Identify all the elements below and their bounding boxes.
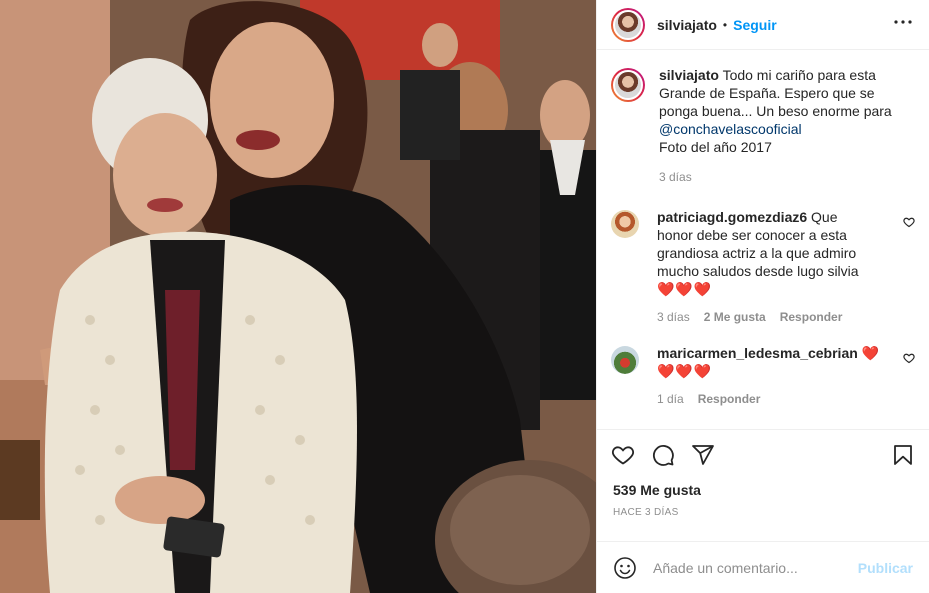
comment-text: patriciagd.gomezdiaz6 Que honor debe ser…: [657, 208, 871, 298]
comment-row: patriciagd.gomezdiaz6 Que honor debe ser…: [611, 208, 915, 326]
comment-body: ❤️: [861, 345, 881, 361]
comment-icon[interactable]: [651, 443, 675, 467]
share-icon[interactable]: [691, 443, 715, 467]
comment-time[interactable]: 1 día: [657, 390, 684, 408]
comment-hearts: ❤️❤️❤️: [657, 281, 713, 297]
author-username[interactable]: silviajato: [657, 17, 717, 33]
caption-mention[interactable]: @conchavelascooficial: [659, 121, 802, 137]
post-modal: silviajato • Seguir silviajato Todo mi c…: [0, 0, 929, 593]
comment-likes[interactable]: 2 Me gusta: [704, 308, 766, 326]
caption-time[interactable]: 3 días: [659, 168, 692, 186]
photo-illustration: [0, 0, 596, 593]
author-avatar[interactable]: [611, 7, 645, 42]
bookmark-icon[interactable]: [891, 443, 915, 467]
reply-button[interactable]: Responder: [698, 390, 761, 408]
like-comment-heart-icon[interactable]: [903, 352, 915, 364]
caption-row: silviajato Todo mi cariño para esta Gran…: [611, 66, 915, 186]
post-photo[interactable]: [0, 0, 596, 593]
more-options-icon[interactable]: [891, 10, 915, 39]
publish-button[interactable]: Publicar: [858, 560, 913, 576]
post-header: silviajato • Seguir: [597, 0, 929, 50]
post-sidebar: silviajato • Seguir silviajato Todo mi c…: [596, 0, 929, 593]
post-actions: [597, 429, 929, 479]
add-comment-bar: Publicar: [597, 541, 929, 593]
header-separator: •: [722, 17, 728, 32]
comment-input[interactable]: [653, 559, 858, 576]
commenter-username[interactable]: patriciagd.gomezdiaz6: [657, 209, 807, 225]
reply-button[interactable]: Responder: [780, 308, 843, 326]
comment-row: maricarmen_ledesma_cebrian ❤️ ❤️❤️❤️ 1 d…: [611, 344, 915, 408]
caption-text: silviajato Todo mi cariño para esta Gran…: [659, 66, 899, 156]
commenter-avatar[interactable]: [611, 210, 639, 238]
caption-avatar[interactable]: [611, 68, 645, 102]
caption-body-2: Foto del año 2017: [659, 139, 772, 155]
emoji-icon[interactable]: [613, 556, 637, 580]
caption-username[interactable]: silviajato: [659, 67, 719, 83]
like-comment-heart-icon[interactable]: [903, 216, 915, 228]
follow-button[interactable]: Seguir: [733, 17, 777, 33]
post-timestamp[interactable]: HACE 3 DÍAS: [597, 501, 929, 529]
likes-count[interactable]: 539 Me gusta: [597, 479, 929, 501]
heart-icon[interactable]: [611, 443, 635, 467]
comments-list[interactable]: silviajato Todo mi cariño para esta Gran…: [597, 50, 929, 429]
commenter-avatar[interactable]: [611, 346, 639, 374]
comment-text: maricarmen_ledesma_cebrian ❤️ ❤️❤️❤️: [657, 344, 887, 380]
comment-hearts: ❤️❤️❤️: [657, 363, 713, 379]
commenter-username[interactable]: maricarmen_ledesma_cebrian: [657, 345, 858, 361]
comment-time[interactable]: 3 días: [657, 308, 690, 326]
